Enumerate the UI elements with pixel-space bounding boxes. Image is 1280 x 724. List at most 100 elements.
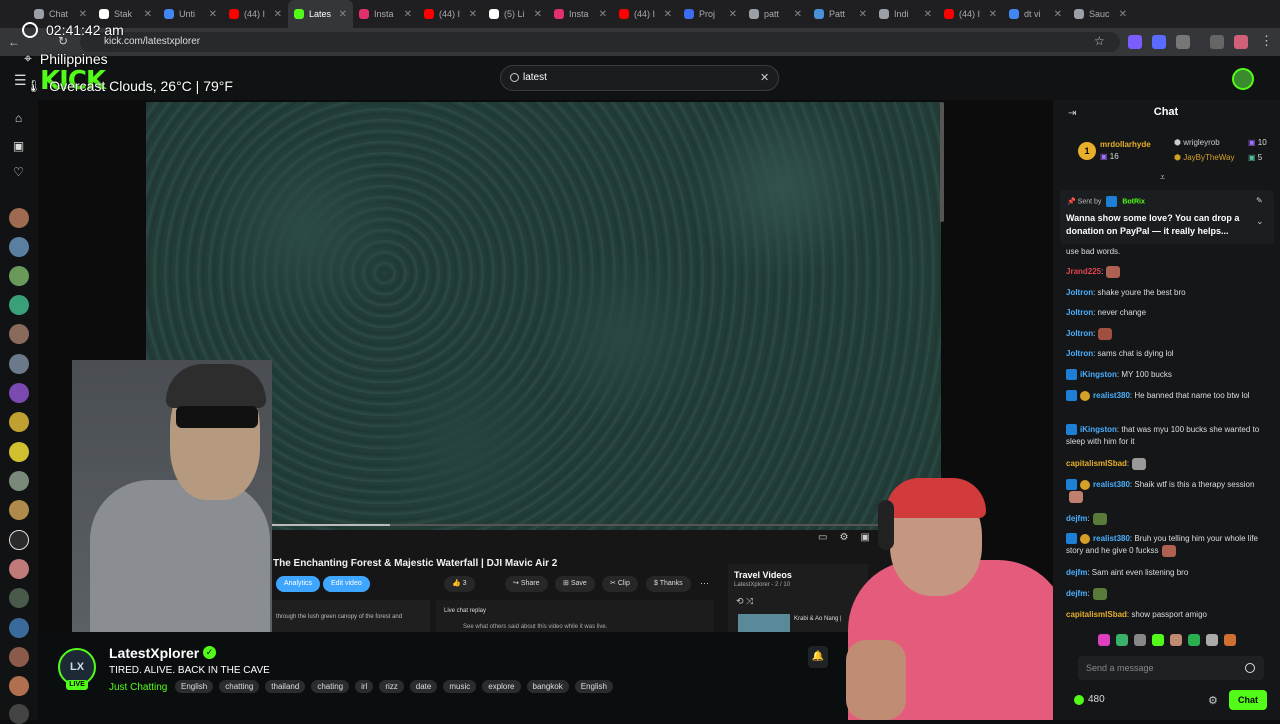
stream-tag[interactable]: chatting (219, 680, 260, 693)
chat-message[interactable]: realist380: Shaik wtf is this a therapy … (1066, 479, 1262, 503)
home-icon[interactable]: ⌂ (12, 112, 25, 125)
followed-channel-avatar[interactable] (9, 471, 29, 491)
followed-channel-avatar[interactable] (9, 676, 29, 696)
tab-close-icon[interactable]: ✕ (534, 9, 542, 20)
emote-option[interactable] (1152, 634, 1164, 646)
chat-message[interactable]: Joltron: sams chat is dying lol (1066, 348, 1262, 360)
chat-username[interactable]: realist380 (1093, 480, 1130, 489)
tab-close-icon[interactable]: ✕ (989, 9, 997, 20)
emote-option[interactable] (1188, 634, 1200, 646)
browser-tab[interactable]: (44) I ✕ (938, 0, 1003, 28)
followed-channel-avatar[interactable] (9, 237, 29, 257)
browser-tab[interactable]: Insta ✕ (353, 0, 418, 28)
tab-close-icon[interactable]: ✕ (664, 9, 672, 20)
notification-bell-icon[interactable]: 🔔 (808, 646, 828, 668)
url-field[interactable]: kick.com/latestxplorer (80, 32, 1120, 52)
expand-leaderboard-icon[interactable]: ⩡ (1160, 172, 1165, 183)
loop-icon[interactable]: ⟲ ⤨ (736, 596, 753, 607)
stream-tag[interactable]: bangkok (526, 680, 569, 693)
analytics-button[interactable]: Analytics (276, 576, 321, 592)
chat-username[interactable]: Joltron (1066, 288, 1093, 297)
tab-close-icon[interactable]: ✕ (599, 9, 607, 20)
chat-username[interactable]: Jrand225 (1066, 267, 1101, 276)
scrollbar[interactable] (940, 102, 944, 222)
chat-settings-gear-icon[interactable]: ⚙ (1208, 694, 1218, 707)
browser-tab[interactable]: (5) Li ✕ (483, 0, 548, 28)
followed-channel-avatar[interactable] (9, 324, 29, 344)
emote-option[interactable] (1116, 634, 1128, 646)
profile-icon[interactable] (1234, 35, 1248, 49)
followed-channel-avatar[interactable] (9, 354, 29, 374)
chat-message[interactable]: dejfm: Sam aint even listening bro (1066, 567, 1262, 579)
tab-close-icon[interactable]: ✕ (79, 9, 87, 20)
browser-tab[interactable]: patt ✕ (743, 0, 808, 28)
following-heart-icon[interactable]: ♡ (12, 166, 25, 179)
stream-tag[interactable]: music (443, 680, 477, 693)
clip-button[interactable]: ✂ Clip (602, 576, 638, 592)
chat-username[interactable]: realist380 (1093, 534, 1130, 543)
chat-username[interactable]: Joltron (1066, 329, 1093, 338)
chat-message[interactable]: Joltron: never change (1066, 307, 1262, 319)
followed-channel-avatar[interactable] (9, 704, 29, 724)
hamburger-icon[interactable]: ☰ (14, 72, 27, 89)
stream-category[interactable]: Just Chatting (109, 682, 167, 693)
unpin-icon[interactable]: ✎ (1256, 196, 1263, 205)
more-options-icon[interactable]: ⋯ (700, 578, 709, 589)
leaderboard-name[interactable]: ⬢ JayByTheWay (1174, 153, 1235, 162)
chat-username[interactable]: dejfm (1066, 589, 1087, 598)
tab-close-icon[interactable]: ✕ (729, 9, 737, 20)
save-button[interactable]: ⊞ Save (555, 576, 595, 592)
reading-list-icon[interactable] (1210, 35, 1224, 49)
edit-video-button[interactable]: Edit video (323, 576, 370, 592)
chat-username[interactable]: realist380 (1093, 391, 1130, 400)
browser-tab[interactable]: Unti ✕ (158, 0, 223, 28)
followed-channel-avatar[interactable] (9, 588, 29, 608)
followed-channel-avatar[interactable] (9, 559, 29, 579)
stream-tag[interactable]: irl (355, 680, 374, 693)
bookmark-star-icon[interactable]: ☆ (1094, 34, 1105, 48)
stream-tag[interactable]: explore (482, 680, 521, 693)
browser-tab[interactable]: Lates ✕ (288, 0, 353, 28)
chat-message[interactable]: capitalismISbad: (1066, 458, 1262, 470)
stream-tag[interactable]: English (574, 680, 613, 693)
chat-message-input[interactable]: Send a message (1078, 656, 1264, 680)
followed-channel-avatar[interactable] (9, 647, 29, 667)
stream-tag[interactable]: thailand (265, 680, 306, 693)
chat-username[interactable]: capitalismISbad (1066, 459, 1127, 468)
tab-close-icon[interactable]: ✕ (924, 9, 932, 20)
chat-message[interactable]: Jrand225: (1066, 266, 1262, 278)
stream-tag[interactable]: rizz (379, 680, 404, 693)
browser-tab[interactable]: Patt ✕ (808, 0, 873, 28)
chat-username[interactable]: Joltron (1066, 349, 1093, 358)
browser-tab[interactable]: Sauc ✕ (1068, 0, 1133, 28)
channel-name[interactable]: LatestXplorer (109, 645, 199, 661)
browser-tab[interactable]: Indi ✕ (873, 0, 938, 28)
chat-message[interactable]: realist380: He banned that name too btw … (1066, 390, 1262, 402)
puzzle-icon[interactable] (1176, 35, 1190, 49)
chat-message[interactable]: use bad words. (1066, 246, 1262, 258)
tab-close-icon[interactable]: ✕ (339, 9, 347, 20)
chat-message[interactable]: dejfm: (1066, 513, 1262, 525)
chat-username[interactable]: capitalismISbad (1066, 610, 1127, 619)
followed-channel-avatar[interactable] (9, 208, 29, 228)
playlist-thumbnail[interactable] (738, 614, 790, 632)
followed-channel-avatar[interactable] (9, 295, 29, 315)
emote-option[interactable] (1134, 634, 1146, 646)
emote-option[interactable] (1170, 634, 1182, 646)
extension-icon[interactable] (1128, 35, 1142, 49)
tab-close-icon[interactable]: ✕ (209, 9, 217, 20)
extension-icon[interactable] (1152, 35, 1166, 49)
tab-close-icon[interactable]: ✕ (1119, 9, 1127, 20)
emote-option[interactable] (1224, 634, 1236, 646)
chat-username[interactable]: Joltron (1066, 308, 1093, 317)
stream-tag[interactable]: English (175, 680, 214, 693)
browser-tab[interactable]: (44) I ✕ (613, 0, 678, 28)
tab-close-icon[interactable]: ✕ (794, 9, 802, 20)
search-input[interactable]: latest (500, 65, 779, 91)
chat-message[interactable]: Joltron: (1066, 328, 1262, 340)
chat-message[interactable]: dejfm: (1066, 588, 1262, 600)
chat-message[interactable]: capitalismISbad: show passport amigo (1066, 609, 1262, 621)
chat-username[interactable]: iKingston (1080, 370, 1117, 379)
clear-search-icon[interactable]: ✕ (760, 71, 769, 84)
playlist-item-title[interactable]: Krabi & Ao Nang | (794, 616, 842, 622)
